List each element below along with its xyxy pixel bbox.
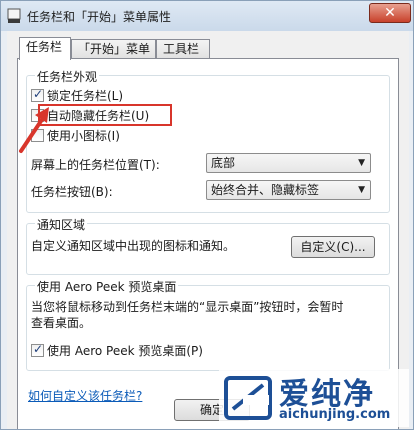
taskbar-icon	[7, 8, 21, 23]
aero-peek-description-2: 查看桌面。	[31, 316, 92, 330]
help-link[interactable]: 如何自定义该任务栏?	[28, 387, 142, 404]
buttons-select[interactable]: 始终合并、隐藏标签 ▼	[206, 180, 371, 200]
aero-peek-label: 使用 Aero Peek 预览桌面(P)	[47, 344, 203, 358]
aichunjing-logo-icon	[224, 376, 272, 420]
annotation-arrow-icon	[19, 107, 49, 153]
appearance-group: 任务栏外观 锁定任务栏(L) 自动隐藏任务栏(U) 使用小图标(I) 屏幕上的任…	[26, 68, 390, 213]
properties-window: 任务栏和「开始」菜单属性 ✕ 任务栏 「开始」菜单 工具栏 任务栏外观 锁定任务…	[0, 0, 414, 430]
watermark-url: aichunjing.com	[279, 407, 391, 422]
notification-group-title: 通知区域	[35, 216, 88, 233]
aero-peek-description-1: 当您将鼠标移动到任务栏末端的“显示桌面”按钮时，会暂时	[31, 300, 344, 314]
watermark: 爱纯净 aichunjing.com	[219, 369, 409, 427]
window-title: 任务栏和「开始」菜单属性	[27, 10, 172, 24]
chevron-down-icon: ▼	[358, 185, 365, 195]
chevron-down-icon: ▼	[358, 158, 365, 168]
notification-group: 通知区域 自定义通知区域中出现的图标和通知。 自定义(C)...	[26, 216, 390, 275]
annotation-highlight-box	[38, 104, 172, 126]
notification-description: 自定义通知区域中出现的图标和通知。	[31, 239, 236, 253]
aero-peek-group: 使用 Aero Peek 预览桌面 当您将鼠标移动到任务栏末端的“显示桌面”按钮…	[26, 278, 390, 371]
customize-button[interactable]: 自定义(C)...	[291, 236, 375, 258]
tab-start-menu[interactable]: 「开始」菜单	[71, 39, 156, 59]
buttons-value: 始终合并、隐藏标签	[211, 183, 320, 197]
aero-peek-row[interactable]: 使用 Aero Peek 预览桌面(P)	[31, 342, 203, 359]
location-value: 底部	[211, 156, 236, 170]
small-icons-label: 使用小图标(I)	[47, 129, 120, 143]
tab-taskbar[interactable]: 任务栏	[19, 37, 71, 60]
close-button[interactable]: ✕	[369, 3, 411, 23]
tab-toolbars[interactable]: 工具栏	[156, 39, 210, 59]
lock-taskbar-label: 锁定任务栏(L)	[47, 89, 124, 103]
location-select[interactable]: 底部 ▼	[206, 153, 371, 173]
buttons-label: 任务栏按钮(B):	[31, 185, 113, 199]
title-bar[interactable]: 任务栏和「开始」菜单属性 ✕	[1, 1, 413, 31]
aero-peek-checkbox[interactable]	[31, 342, 44, 357]
appearance-group-title: 任务栏外观	[35, 68, 100, 85]
aero-peek-group-title: 使用 Aero Peek 预览桌面	[35, 278, 179, 295]
